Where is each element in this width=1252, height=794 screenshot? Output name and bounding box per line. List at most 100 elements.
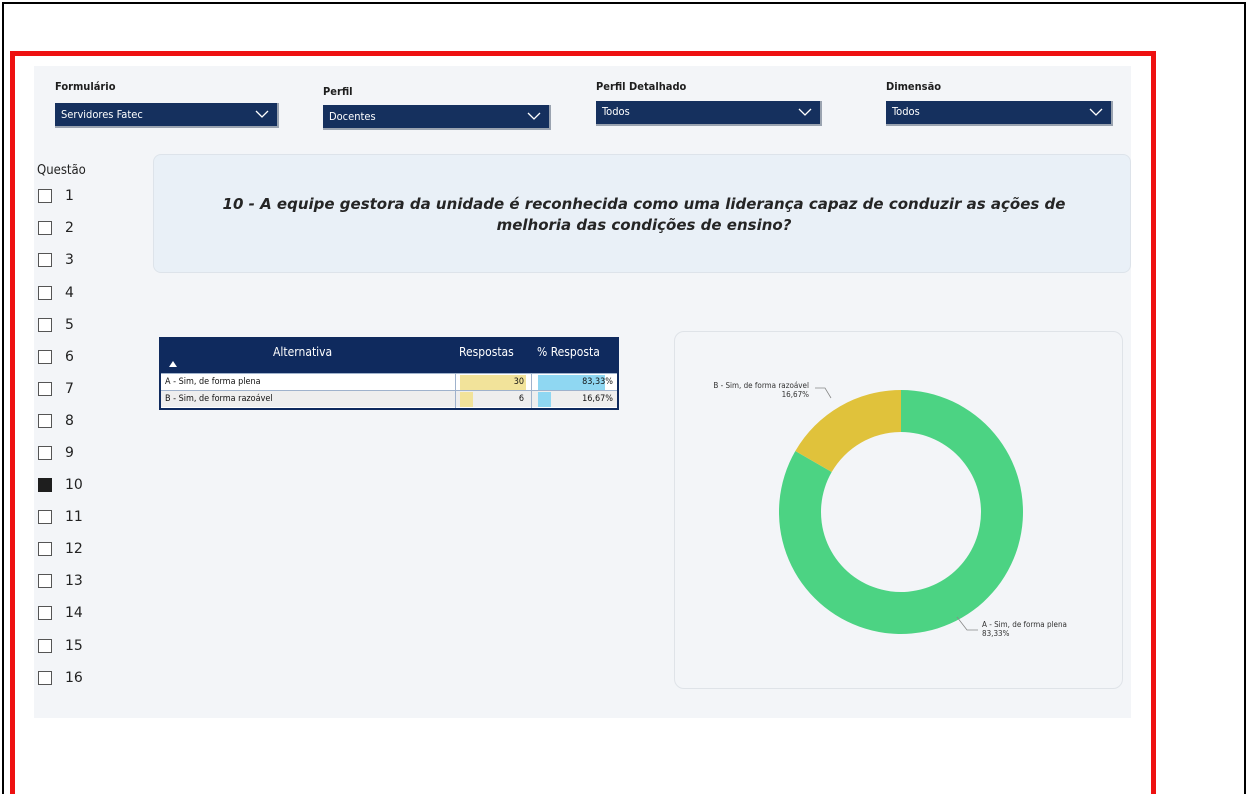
checkbox[interactable] xyxy=(38,318,52,332)
questao-item-6[interactable]: 6 xyxy=(37,349,97,369)
column-header-percent[interactable]: % Resposta xyxy=(531,339,617,373)
checkbox[interactable] xyxy=(38,542,52,556)
respostas-value: 30 xyxy=(513,377,524,387)
checkbox[interactable] xyxy=(38,221,52,235)
dimensao-dropdown[interactable]: Todos xyxy=(886,101,1113,126)
question-text: 10 - A equipe gestora da unidade é recon… xyxy=(222,195,1066,234)
cell-alternativa: A - Sim, de forma plena xyxy=(165,377,261,387)
checkbox[interactable] xyxy=(38,414,52,428)
questao-item-2[interactable]: 2 xyxy=(37,220,97,240)
cell-respostas: 30 xyxy=(455,374,529,391)
filter-perfil: Perfil Docentes xyxy=(323,85,551,131)
checkbox[interactable] xyxy=(38,253,52,267)
filter-label: Perfil xyxy=(323,85,353,98)
chevron-down-icon xyxy=(255,110,269,118)
checkbox[interactable] xyxy=(38,446,52,460)
respostas-value: 6 xyxy=(518,394,524,404)
percent-value: 16,67% xyxy=(582,394,613,404)
sort-ascending-icon xyxy=(169,361,177,367)
formulario-dropdown[interactable]: Servidores Fatec xyxy=(55,103,279,128)
questao-item-14[interactable]: 14 xyxy=(37,605,97,625)
checkbox[interactable] xyxy=(38,671,52,685)
table-row[interactable]: A - Sim, de forma plena 30 83,33% xyxy=(161,373,617,391)
questao-item-11[interactable]: 11 xyxy=(37,509,97,529)
column-header-alternativa[interactable]: Alternativa xyxy=(161,339,455,373)
column-header-respostas[interactable]: Respostas xyxy=(455,339,531,373)
chevron-down-icon xyxy=(1089,108,1103,116)
checkbox[interactable] xyxy=(38,510,52,524)
filter-perfil-detalhado: Perfil Detalhado Todos xyxy=(596,80,822,126)
column-header-label: Respostas xyxy=(459,345,514,359)
table-row[interactable]: B - Sim, de forma razoável 6 16,67% xyxy=(161,390,617,408)
questao-label: 13 xyxy=(65,573,83,589)
column-header-label: Alternativa xyxy=(273,345,333,359)
questao-label: 16 xyxy=(65,670,83,686)
filter-label: Dimensão xyxy=(886,80,942,93)
checkbox[interactable] xyxy=(38,350,52,364)
column-header-label: % Resposta xyxy=(537,345,600,359)
respostas-bar xyxy=(460,392,474,407)
donut-chart: B - Sim, de forma razoável16,67% A - Sim,… xyxy=(713,381,1067,638)
questao-item-9[interactable]: 9 xyxy=(37,445,97,465)
questao-item-4[interactable]: 4 xyxy=(37,285,97,305)
answers-table: Alternativa Respostas % Resposta A - Sim… xyxy=(159,337,619,410)
cell-alternativa: B - Sim, de forma razoável xyxy=(165,394,273,404)
cell-respostas: 6 xyxy=(455,391,529,408)
questao-item-1[interactable]: 1 xyxy=(37,188,97,208)
filter-label: Formulário xyxy=(55,80,116,93)
percent-bar xyxy=(538,392,552,407)
questao-item-10[interactable]: 10 xyxy=(37,477,97,497)
dropdown-value: Todos xyxy=(892,105,920,118)
perfil-dropdown[interactable]: Docentes xyxy=(323,105,551,130)
questao-label: 9 xyxy=(65,445,74,461)
checkbox[interactable] xyxy=(38,286,52,300)
questao-item-16[interactable]: 16 xyxy=(37,670,97,690)
questao-item-3[interactable]: 3 xyxy=(37,252,97,272)
chevron-down-icon xyxy=(527,112,541,120)
questao-item-5[interactable]: 5 xyxy=(37,317,97,337)
questao-label: 3 xyxy=(65,252,74,268)
cell-percent: 83,33% xyxy=(531,374,617,391)
checkbox[interactable] xyxy=(38,382,52,396)
slice-label-a-percent: 83,33% xyxy=(982,629,1010,638)
questao-label: 6 xyxy=(65,349,74,365)
leader-line-b xyxy=(815,387,832,399)
checkbox[interactable] xyxy=(38,639,52,653)
filter-dimensao: Dimensão Todos xyxy=(886,80,1113,126)
questao-item-12[interactable]: 12 xyxy=(37,541,97,561)
perfil-detalhado-dropdown[interactable]: Todos xyxy=(596,101,822,126)
donut-slice-b[interactable] xyxy=(795,390,901,473)
questao-item-15[interactable]: 15 xyxy=(37,638,97,658)
dropdown-value: Docentes xyxy=(329,110,376,123)
chevron-down-icon xyxy=(798,108,812,116)
questao-label: 2 xyxy=(65,220,74,236)
checkbox[interactable] xyxy=(38,574,52,588)
questao-label: 1 xyxy=(65,188,74,204)
donut-chart-card: B - Sim, de forma razoável 16,67% A - Sim,… xyxy=(674,331,1123,689)
checkbox[interactable] xyxy=(38,189,52,203)
question-card: 10 - A equipe gestora da unidade é recon… xyxy=(153,154,1131,273)
percent-value: 83,33% xyxy=(582,377,613,387)
questao-label: 10 xyxy=(65,477,83,493)
questao-label: 7 xyxy=(65,381,74,397)
questao-item-7[interactable]: 7 xyxy=(37,381,97,401)
questao-label: 14 xyxy=(65,605,83,621)
questao-label: 12 xyxy=(65,541,83,557)
slice-label-b-category: B - Sim, de forma razoável xyxy=(713,381,809,390)
questao-item-8[interactable]: 8 xyxy=(37,413,97,433)
dropdown-value: Todos xyxy=(602,105,630,118)
checkbox[interactable] xyxy=(38,606,52,620)
slice-label-b-percent: 16,67% xyxy=(782,390,810,399)
filter-label: Perfil Detalhado xyxy=(596,80,687,93)
questao-label: 11 xyxy=(65,509,83,525)
leader-line-a xyxy=(956,616,978,631)
questao-label: 8 xyxy=(65,413,74,429)
questao-label: 15 xyxy=(65,638,83,654)
checkbox[interactable] xyxy=(38,478,52,492)
slice-label-a-category: A - Sim, de forma plena xyxy=(982,620,1067,629)
questao-item-13[interactable]: 13 xyxy=(37,573,97,593)
questao-slicer-title: Questão xyxy=(37,163,86,178)
questao-label: 4 xyxy=(65,285,74,301)
filter-formulario: Formulário Servidores Fatec xyxy=(55,80,279,128)
questao-label: 5 xyxy=(65,317,74,333)
